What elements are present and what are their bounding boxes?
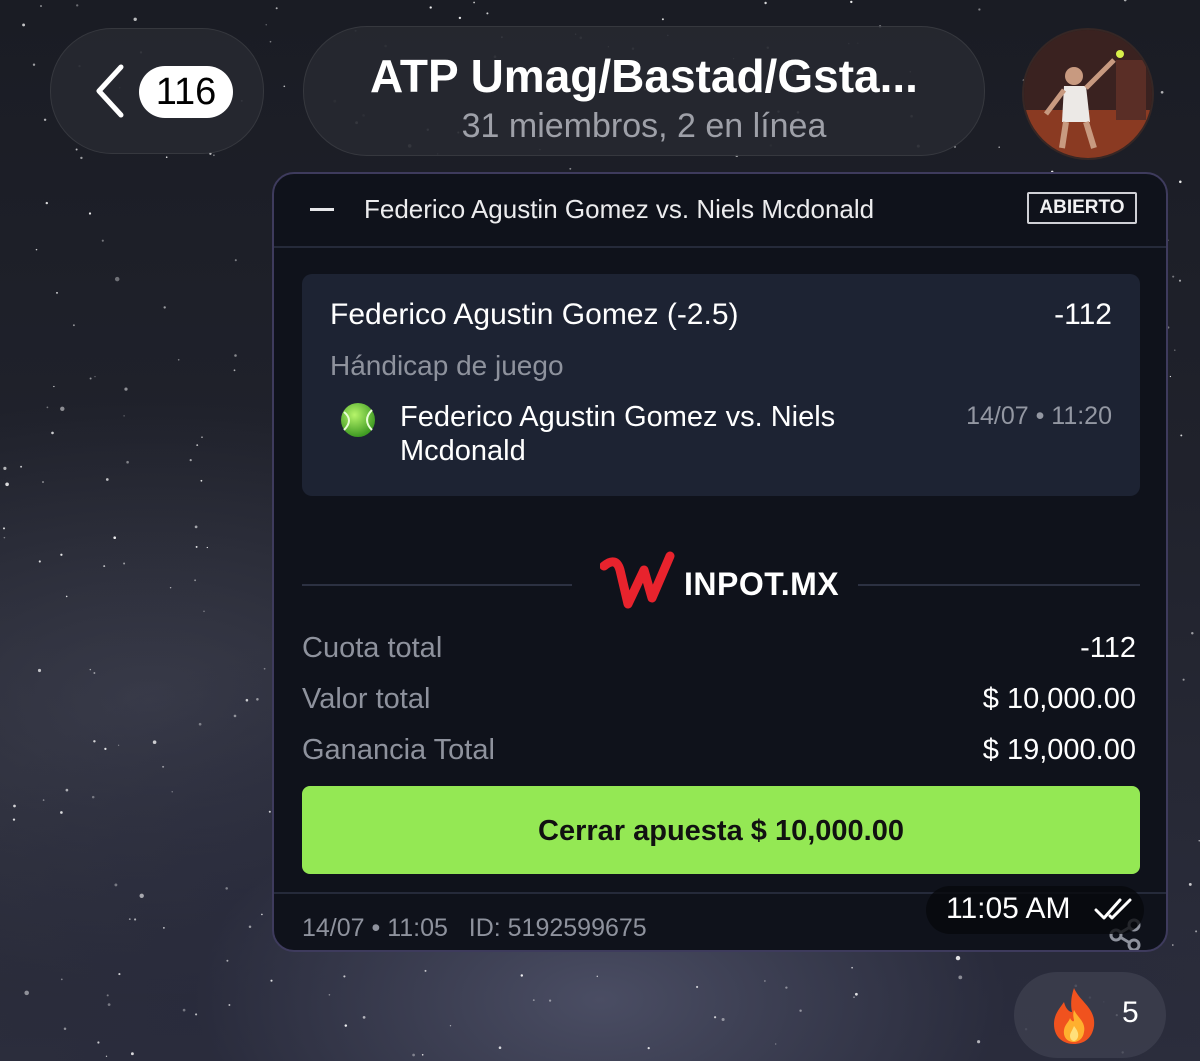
summary-label-total-odds: Cuota total bbox=[302, 632, 443, 664]
selection-panel: Federico Agustin Gomez (-2.5) -112 Hándi… bbox=[302, 274, 1140, 496]
chat-title: ATP Umag/Bastad/Gsta... bbox=[370, 50, 918, 102]
collapse-icon[interactable] bbox=[310, 208, 334, 211]
tennis-ball-icon bbox=[341, 403, 375, 437]
bet-slip-card[interactable]: Federico Agustin Gomez vs. Niels Mcdonal… bbox=[272, 172, 1168, 952]
winpot-brand-text: INPOT.MX bbox=[684, 566, 840, 602]
selection-odds: -112 bbox=[1054, 298, 1112, 331]
bet-card-header[interactable]: Federico Agustin Gomez vs. Niels Mcdonal… bbox=[274, 174, 1166, 248]
bet-footer-meta: 14/07 • 11:05 ID: 5192599675 bbox=[302, 914, 647, 942]
summary-value-total-stake: $ 10,000.00 bbox=[982, 683, 1136, 715]
unread-count-badge: 116 bbox=[139, 66, 233, 118]
back-button[interactable]: 116 bbox=[50, 28, 264, 154]
selection-event-time: 14/07 • 11:20 bbox=[966, 402, 1112, 430]
message-time-pill: 11:05 AM bbox=[926, 886, 1144, 934]
bet-match-title: Federico Agustin Gomez vs. Niels Mcdonal… bbox=[364, 194, 875, 224]
cash-out-button[interactable]: Cerrar apuesta $ 10,000.00 bbox=[302, 786, 1140, 874]
chat-header[interactable]: ATP Umag/Bastad/Gsta... 31 miembros, 2 e… bbox=[303, 26, 985, 156]
summary-label-total-win: Ganancia Total bbox=[302, 734, 495, 766]
selection-event-line1: Federico Agustin Gomez vs. Niels bbox=[400, 401, 836, 433]
fire-icon bbox=[1054, 988, 1095, 1044]
chat-subtitle: 31 miembros, 2 en línea bbox=[461, 107, 827, 145]
selection-event-line2: Mcdonald bbox=[400, 435, 526, 467]
divider bbox=[858, 584, 1140, 586]
chevron-left-icon bbox=[96, 64, 124, 118]
reaction-count: 5 bbox=[1122, 996, 1139, 1029]
double-check-icon bbox=[1094, 898, 1132, 920]
summary-label-total-stake: Valor total bbox=[302, 683, 431, 715]
winpot-w-logo-icon bbox=[600, 551, 675, 609]
group-avatar[interactable] bbox=[1022, 28, 1154, 160]
reaction-chip[interactable]: 5 bbox=[1014, 972, 1166, 1058]
selection-event: Federico Agustin Gomez vs. Niels Mcdonal… bbox=[400, 400, 920, 468]
selection-market: Hándicap de juego bbox=[330, 350, 564, 381]
divider bbox=[302, 584, 572, 586]
summary-value-total-win: $ 19,000.00 bbox=[982, 734, 1136, 766]
selection-name: Federico Agustin Gomez (-2.5) bbox=[330, 298, 739, 331]
message-time: 11:05 AM bbox=[946, 892, 1071, 925]
summary-value-total-odds: -112 bbox=[1080, 632, 1136, 664]
bet-status-badge: ABIERTO bbox=[1027, 192, 1137, 224]
tennis-player-avatar-image bbox=[1024, 30, 1152, 158]
